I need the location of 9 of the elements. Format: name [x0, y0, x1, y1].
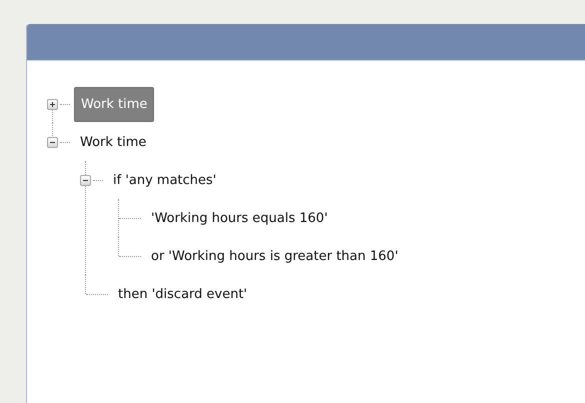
collapse-icon[interactable]	[47, 136, 58, 148]
tree-item[interactable]: or 'Working hours is greater than 160'	[145, 240, 404, 272]
tree-item[interactable]: then 'discard event'	[112, 278, 254, 310]
expand-icon[interactable]	[47, 98, 58, 110]
tree-item[interactable]: Work time	[74, 126, 152, 158]
tree-item[interactable]: if 'any matches'	[107, 164, 222, 196]
collapse-icon[interactable]	[80, 174, 91, 186]
tree-item[interactable]: 'Working hours equals 160'	[145, 202, 334, 234]
tree-item[interactable]: Work time	[74, 86, 154, 122]
